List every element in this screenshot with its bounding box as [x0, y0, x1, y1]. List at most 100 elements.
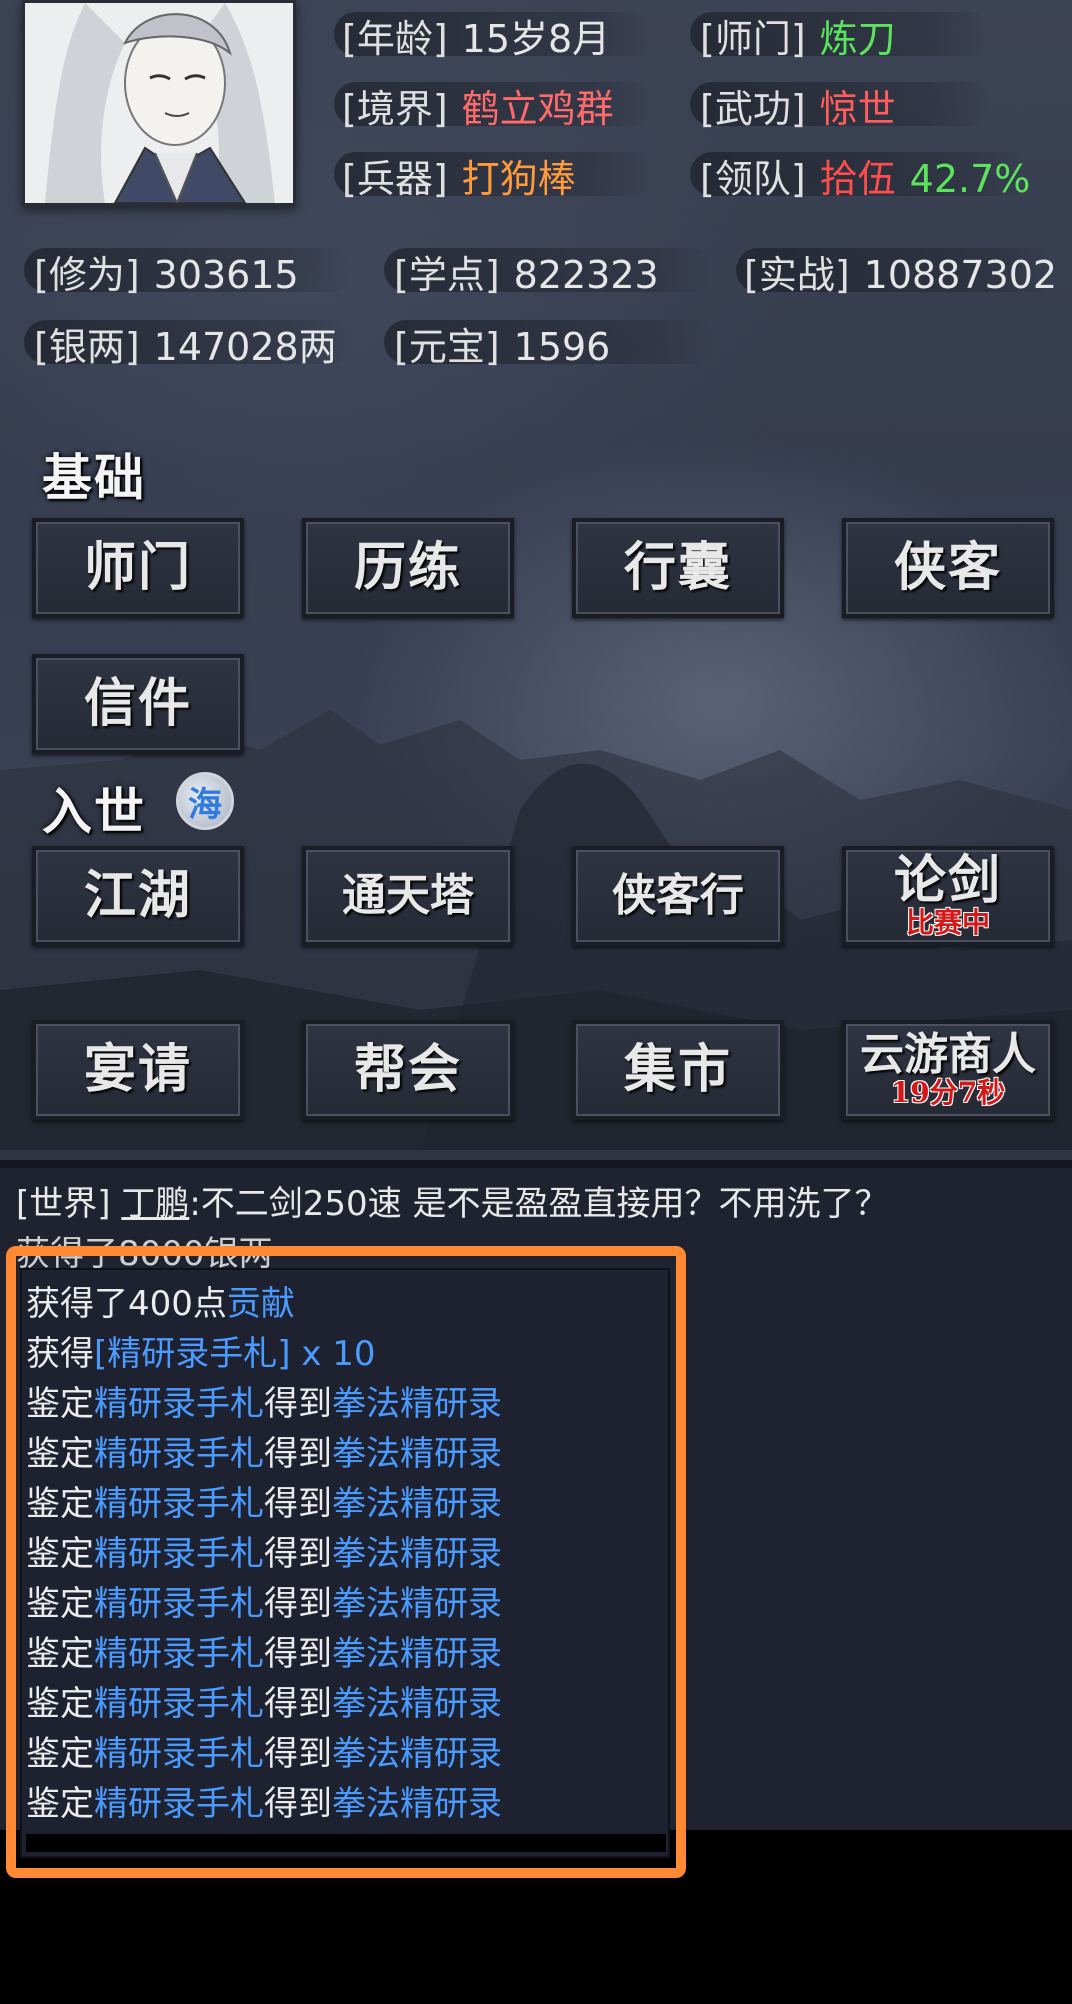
- button-market[interactable]: 集市: [572, 1020, 784, 1120]
- log-link[interactable]: 精研录手札: [94, 1584, 264, 1624]
- realm-stat: [境界] 鹤立鸡群: [342, 78, 614, 133]
- button-mail[interactable]: 信件: [32, 654, 244, 754]
- log-text: 得到: [264, 1484, 332, 1524]
- button-label: 历练: [353, 537, 462, 598]
- log-link[interactable]: 拳法精研录: [332, 1784, 502, 1824]
- sect-stat: [师门] 炼刀: [700, 8, 896, 63]
- weapon-key: [兵器]: [342, 157, 448, 201]
- team-stat: [领队] 拾伍 42.7%: [700, 148, 1030, 203]
- status-badge: 比赛中: [905, 906, 990, 939]
- button-label: 帮会: [353, 1039, 462, 1100]
- study-key: [学点]: [394, 253, 500, 297]
- team-percent: 42.7%: [909, 157, 1031, 201]
- log-text: 鉴定: [26, 1534, 94, 1574]
- log-text: 得到: [264, 1384, 332, 1424]
- sect-value: 炼刀: [819, 17, 896, 61]
- button-label: 信件: [83, 673, 192, 734]
- character-portrait[interactable]: [22, 0, 296, 206]
- log-text: 鉴定: [26, 1584, 94, 1624]
- chat-user[interactable]: 丁鹏: [121, 1184, 189, 1224]
- log-text: 鉴定: [26, 1484, 94, 1524]
- button-heroes[interactable]: 侠客: [842, 518, 1054, 618]
- button-inventory[interactable]: 行囊: [572, 518, 784, 618]
- sea-badge-icon[interactable]: 海: [176, 772, 234, 830]
- list-item: 鉴定精研录手札得到拳法精研录: [26, 1626, 502, 1675]
- button-guild[interactable]: 帮会: [302, 1020, 514, 1120]
- log-text: 得到: [264, 1784, 332, 1824]
- section-title-basic: 基础: [42, 448, 146, 507]
- log-text: 鉴定: [26, 1384, 94, 1424]
- log-link[interactable]: 拳法精研录: [332, 1484, 502, 1524]
- log-link[interactable]: 拳法精研录: [332, 1384, 502, 1424]
- list-item: 鉴定精研录手札得到拳法精研录: [26, 1776, 502, 1825]
- log-link[interactable]: 精研录手札: [94, 1634, 264, 1674]
- log-link[interactable]: 拳法精研录: [332, 1534, 502, 1574]
- button-banquet[interactable]: 宴请: [32, 1020, 244, 1120]
- ingot-value: 1596: [513, 325, 611, 369]
- button-label: 侠客: [893, 537, 1002, 598]
- log-link[interactable]: 拳法精研录: [332, 1684, 502, 1724]
- log-text: 鉴定: [26, 1684, 94, 1724]
- button-sect[interactable]: 师门: [32, 518, 244, 618]
- button-label: 宴请: [83, 1039, 192, 1100]
- age-key: [年龄]: [342, 17, 448, 61]
- log-text: 得到: [264, 1634, 332, 1674]
- game-screen: [年龄] 15岁8月 [师门] 炼刀 [境界] 鹤立鸡群 [武功] 惊世 [兵器] 打狗棒…: [0, 0, 1072, 1160]
- log-link[interactable]: 精研录手札: [94, 1534, 264, 1574]
- list-item: 鉴定精研录手札得到拳法精研录: [26, 1726, 502, 1775]
- button-training[interactable]: 历练: [302, 518, 514, 618]
- button-sword-debate[interactable]: 论剑 比赛中: [842, 846, 1054, 946]
- countdown-timer: 19分7秒: [890, 1076, 1006, 1109]
- skill-value: 惊世: [819, 87, 896, 131]
- log-link[interactable]: 精研录手札: [94, 1684, 264, 1724]
- log-link[interactable]: 拳法精研录: [332, 1584, 502, 1624]
- portrait-image: [25, 3, 293, 203]
- sect-key: [师门]: [700, 17, 806, 61]
- age-stat: [年龄] 15岁8月: [342, 8, 610, 63]
- weapon-stat: [兵器] 打狗棒: [342, 148, 576, 203]
- log-link[interactable]: 拳法精研录: [332, 1734, 502, 1774]
- combat-key: [实战]: [744, 253, 850, 297]
- button-label: 通天塔: [342, 870, 474, 921]
- button-tower[interactable]: 通天塔: [302, 846, 514, 946]
- list-item: 鉴定精研录手札得到拳法精研录: [26, 1476, 502, 1525]
- log-link[interactable]: 精研录手札: [94, 1784, 264, 1824]
- list-item: 鉴定精研录手札得到拳法精研录: [26, 1576, 502, 1625]
- log-link[interactable]: [精研录手札] x 10: [94, 1334, 376, 1374]
- sea-badge-label: 海: [188, 784, 222, 825]
- log-line: 获得[精研录手札] x 10: [26, 1326, 376, 1375]
- button-label: 侠客行: [612, 870, 744, 921]
- ingot-key: [元宝]: [394, 325, 500, 369]
- cultivation-stat: [修为] 303615: [34, 244, 299, 299]
- combat-value: 10887302: [863, 253, 1058, 297]
- log-link[interactable]: 贡献: [227, 1284, 295, 1324]
- button-jianghu[interactable]: 江湖: [32, 846, 244, 946]
- log-text: 鉴定: [26, 1734, 94, 1774]
- button-hero-journey[interactable]: 侠客行: [572, 846, 784, 946]
- button-label: 师门: [83, 537, 192, 598]
- log-text: 获得: [26, 1334, 94, 1374]
- study-value: 822323: [513, 253, 659, 297]
- log-link[interactable]: 拳法精研录: [332, 1634, 502, 1674]
- study-stat: [学点] 822323: [394, 244, 659, 299]
- list-item: 鉴定精研录手札得到拳法精研录: [26, 1376, 502, 1425]
- log-text: 鉴定: [26, 1784, 94, 1824]
- ingot-stat: [元宝] 1596: [394, 316, 610, 371]
- button-label: 云游商人: [860, 1029, 1036, 1080]
- chat-message[interactable]: [世界] 丁鹏:不二剑250速 是不是盈盈直接用？不用洗了？: [16, 1176, 889, 1225]
- button-label: 集市: [623, 1039, 732, 1100]
- log-link[interactable]: 精研录手札: [94, 1384, 264, 1424]
- cultivation-key: [修为]: [34, 253, 140, 297]
- log-link[interactable]: 拳法精研录: [332, 1434, 502, 1474]
- button-label: 行囊: [623, 537, 732, 598]
- team-key: [领队]: [700, 157, 806, 201]
- realm-key: [境界]: [342, 87, 448, 131]
- button-traveling-merchant[interactable]: 云游商人 19分7秒: [842, 1020, 1054, 1120]
- silver-value: 147028两: [153, 325, 337, 369]
- log-link[interactable]: 精研录手札: [94, 1484, 264, 1524]
- list-item: 鉴定精研录手札得到拳法精研录: [26, 1526, 502, 1575]
- log-link[interactable]: 精研录手札: [94, 1734, 264, 1774]
- realm-value: 鹤立鸡群: [461, 87, 614, 131]
- log-link[interactable]: 精研录手札: [94, 1434, 264, 1474]
- log-text: 获得了400点: [26, 1284, 227, 1324]
